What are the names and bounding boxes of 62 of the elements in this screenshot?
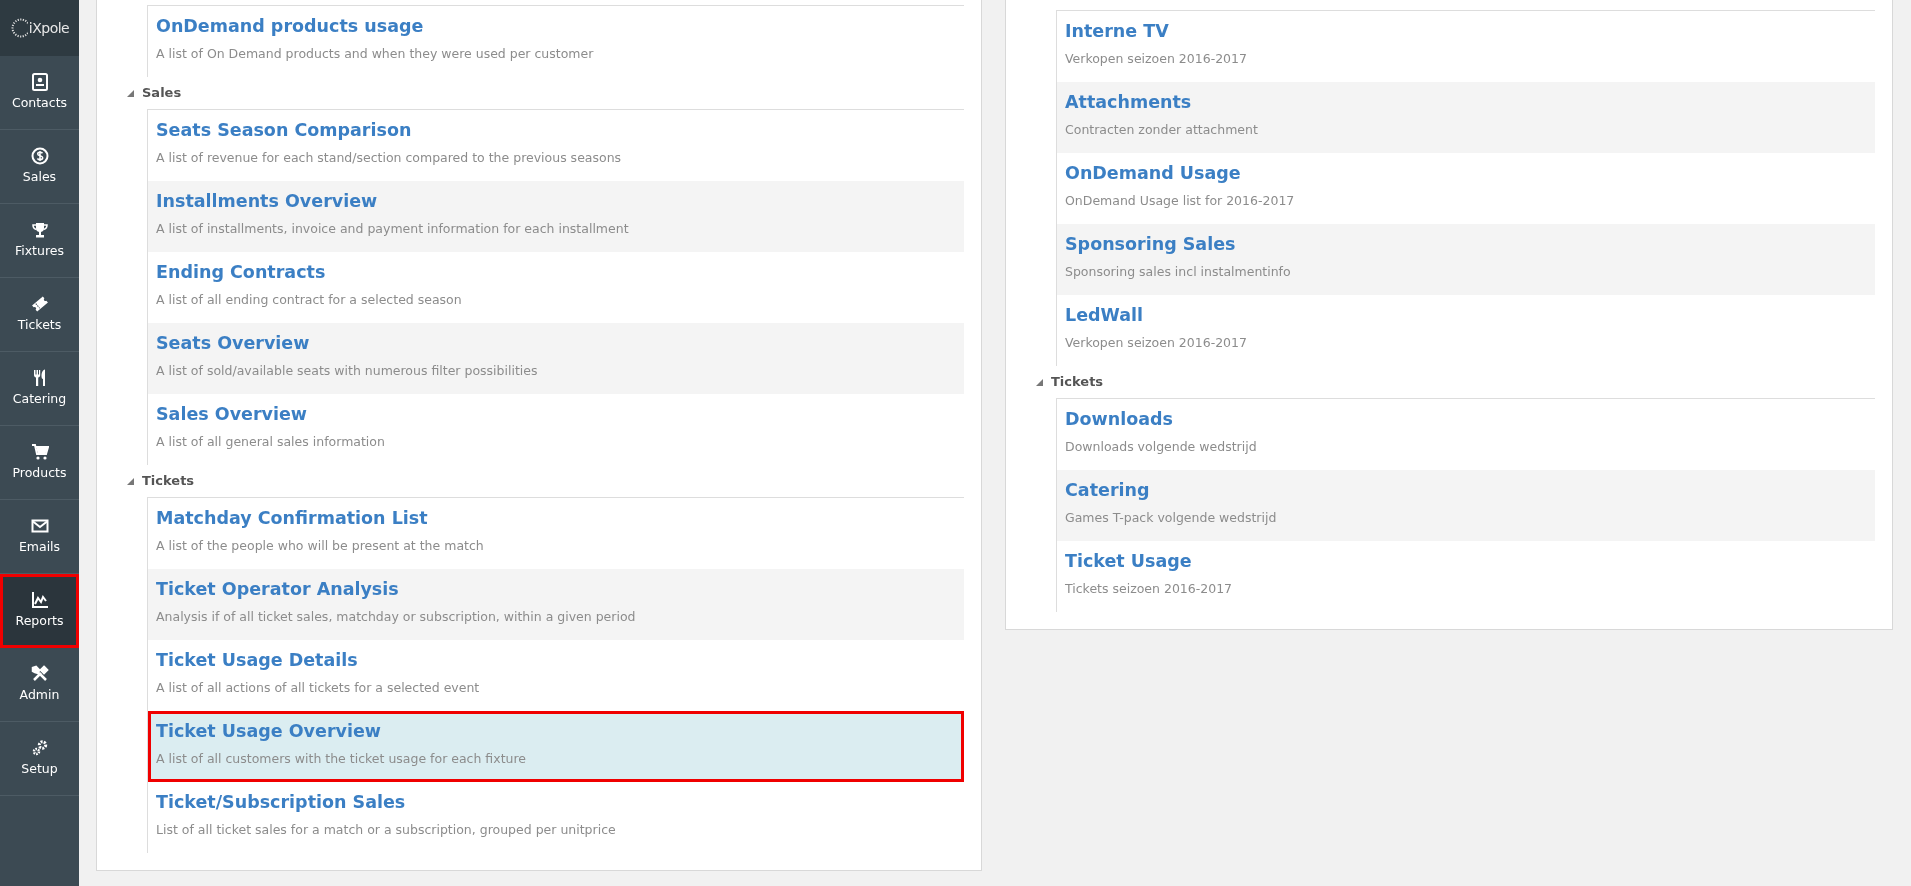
report-title: Ticket Usage Details — [156, 649, 358, 671]
report-title: LedWall — [1065, 304, 1144, 326]
report-title: Sales Overview — [156, 403, 307, 425]
report-title: Catering — [1065, 479, 1150, 501]
report-title: Attachments — [1065, 91, 1192, 113]
collapse-triangle-icon[interactable] — [127, 89, 134, 97]
report-title: Ticket Operator Analysis — [156, 578, 399, 600]
group-header: Tickets — [142, 472, 195, 491]
report-description: Sponsoring sales incl instalmentinfo — [1065, 263, 1291, 281]
report-description: A list of all ending contract for a selected season — [156, 291, 462, 309]
report-item[interactable]: Sponsoring Sales Sponsoring sales incl instalmentinfo — [1057, 224, 1875, 295]
report-title: Matchday Confirmation List — [156, 507, 428, 529]
report-description: A list of the people who will be present at the match — [156, 537, 484, 555]
report-title: Interne TV — [1065, 20, 1169, 42]
report-title: Ticket/Subscription Sales — [156, 791, 406, 813]
report-title: OnDemand products usage — [156, 15, 424, 37]
dollar-coin-icon — [30, 146, 49, 165]
report-title: Installments Overview — [156, 190, 378, 212]
report-item[interactable]: Ticket Operator Analysis Analysis if of all ticket sales, matchday or subscription, within a given period — [148, 569, 964, 640]
report-title: Sponsoring Sales — [1065, 233, 1236, 255]
report-description: Downloads volgende wedstrijd — [1065, 438, 1257, 456]
collapse-triangle-icon[interactable] — [127, 477, 134, 485]
tools-icon — [30, 664, 49, 683]
ticket-icon — [30, 294, 49, 313]
report-item[interactable]: Catering Games T-pack volgende wedstrijd — [1057, 470, 1875, 541]
report-description: A list of On Demand products and when they were used per customer — [156, 45, 594, 63]
report-description: OnDemand Usage list for 2016-2017 — [1065, 192, 1295, 210]
report-description: Analysis if of all ticket sales, matchday or subscription, within a given period — [156, 608, 636, 626]
report-item[interactable]: Attachments Contracten zonder attachment — [1057, 82, 1875, 153]
report-description: Tickets seizoen 2016-2017 — [1065, 580, 1233, 598]
group-header: Sales — [142, 84, 182, 103]
report-description: List of all ticket sales for a match or a subscription, grouped per unitprice — [156, 821, 616, 839]
report-title: Downloads — [1065, 408, 1173, 430]
logo-text: iXpole — [28, 18, 70, 38]
sidebar-item[interactable]: Reports — [0, 574, 79, 648]
report-description: A list of all customers with the ticket usage for each fixture — [156, 750, 526, 768]
report-description: A list of all general sales information — [156, 433, 385, 451]
report-description: A list of all actions of all tickets for a selected event — [156, 679, 480, 697]
report-description: Verkopen seizoen 2016-2017 — [1065, 334, 1247, 352]
report-title: OnDemand Usage — [1065, 162, 1241, 184]
report-item[interactable]: Ticket Usage Overview A list of all customers with the ticket usage for each fixture — [148, 711, 964, 782]
report-title: Seats Season Comparison — [156, 119, 412, 141]
report-title: Ticket Usage — [1065, 550, 1192, 572]
report-description: A list of revenue for each stand/section compared to the previous seasons — [156, 149, 622, 167]
group-header: Tickets — [1051, 373, 1104, 392]
report-title: Seats Overview — [156, 332, 310, 354]
report-description: Games T-pack volgende wedstrijd — [1065, 509, 1277, 527]
logo-icon — [9, 17, 28, 39]
report-description: Verkopen seizoen 2016-2017 — [1065, 50, 1247, 68]
report-title: Ticket Usage Overview — [156, 720, 381, 742]
trophy-icon — [30, 220, 49, 239]
shopping-cart-icon — [30, 442, 49, 461]
report-item[interactable]: Seats Overview A list of sold/available seats with numerous filter possibilities — [148, 323, 964, 394]
report-description: A list of sold/available seats with numerous filter possibilities — [156, 362, 538, 380]
report-description: Contracten zonder attachment — [1065, 121, 1258, 139]
report-title: Ending Contracts — [156, 261, 326, 283]
line-chart-icon — [30, 591, 49, 610]
report-item[interactable]: Installments Overview A list of installments, invoice and payment information for each installment — [148, 181, 964, 252]
address-card-icon — [30, 72, 49, 91]
gears-icon — [30, 738, 49, 757]
collapse-triangle-icon[interactable] — [1036, 378, 1043, 386]
report-description: A list of installments, invoice and payment information for each installment — [156, 220, 629, 238]
